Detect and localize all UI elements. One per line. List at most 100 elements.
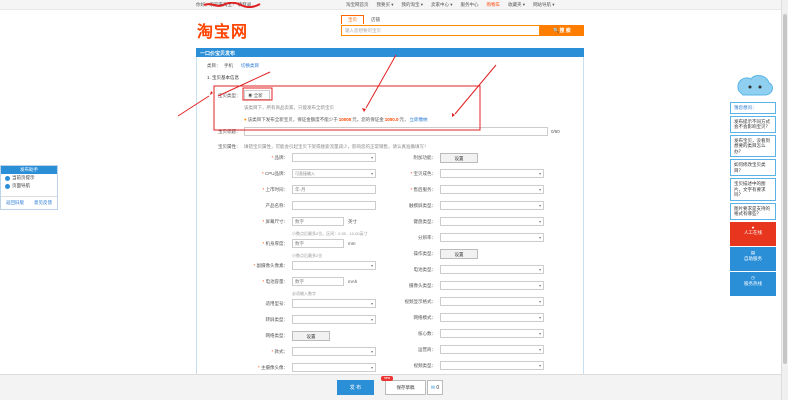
prop-select[interactable] — [292, 299, 376, 308]
prop-unit: mm — [348, 241, 356, 246]
page-scrollbar[interactable] — [781, 0, 788, 400]
prop-settings-button[interactable]: 设置 — [440, 249, 478, 259]
prop-label: 适用型号： — [265, 301, 289, 306]
item-type-radio[interactable]: ◉ 全新 — [244, 90, 270, 100]
radio-icon: ◉ — [248, 93, 253, 98]
prop-label: 产品名称： — [265, 203, 289, 208]
title-input[interactable] — [244, 127, 548, 136]
nav-site-map[interactable]: 网站导航 ▾ — [533, 2, 555, 8]
required-mark: * — [262, 219, 266, 224]
prop-select[interactable] — [440, 329, 544, 338]
prop-unit: mAh — [348, 279, 358, 284]
search-button[interactable]: 🔍搜 索 — [540, 25, 584, 36]
scrollbar-thumb[interactable] — [783, 14, 787, 364]
prop-input[interactable]: 数字 — [292, 277, 344, 286]
prop-label: 网络类型： — [265, 333, 289, 338]
prop-select[interactable] — [292, 261, 376, 270]
prop-settings-button[interactable]: 设置 — [440, 153, 478, 163]
top-nav-links: 淘宝网首页 我要买 ▾ 我的淘宝 ▾ 卖家中心 ▾ 服务中心 购物车 收藏夹 ▾… — [346, 2, 555, 8]
faq-item[interactable]: 图片要求是支持的格式有哪些？ — [730, 202, 776, 220]
prop-label: * 品牌： — [271, 155, 288, 160]
redaction-scribble — [203, 2, 261, 8]
prop-select[interactable] — [440, 297, 544, 306]
search-tabs: 宝贝 店铺 — [341, 15, 387, 24]
search-tab-shop[interactable]: 店铺 — [364, 15, 387, 24]
category-label: 类目： — [207, 63, 221, 68]
prop-label: 视频显示格式： — [404, 299, 437, 304]
save-draft-button[interactable]: 保存草稿 — [385, 380, 426, 395]
required-mark: * — [271, 349, 275, 354]
prop-select[interactable] — [292, 153, 376, 162]
required-mark: * — [410, 187, 414, 192]
prop-select[interactable] — [440, 281, 544, 290]
nav-home[interactable]: 淘宝网首页 — [346, 2, 369, 8]
feedback-link[interactable]: 意见反馈 — [34, 200, 52, 206]
required-mark: * — [262, 187, 266, 192]
nav-seller-center[interactable]: 卖家中心 ▾ — [431, 2, 453, 8]
nav-icon — [5, 183, 10, 189]
prop-select[interactable] — [440, 233, 544, 242]
prop-select[interactable] — [440, 345, 544, 354]
prop-label: 核心数： — [418, 331, 436, 336]
faq-item[interactable]: 如何修改宝贝类目？ — [730, 159, 776, 176]
prop-input[interactable]: 年-月 — [292, 185, 376, 194]
page-title: 一口价宝贝发布 — [196, 48, 584, 57]
change-category-link[interactable]: 切换类目 — [241, 63, 259, 69]
pay-deposit-link[interactable]: 立即缴纳 — [410, 117, 428, 123]
draft-box-button[interactable]: ✉ 0 — [427, 380, 443, 395]
prop-label: 键盘类型： — [413, 219, 437, 224]
taobao-logo[interactable]: 淘宝网 — [197, 18, 248, 42]
helper-item-tips[interactable]: 当前页提示 — [1, 174, 57, 182]
prop-label: * 主摄像头像： — [257, 365, 288, 370]
self-service-button[interactable]: ▤ 自助服务 — [730, 246, 776, 271]
online-agent-button[interactable]: ● 人工在线 — [730, 221, 776, 246]
required-mark: * — [253, 263, 257, 268]
prop-input[interactable]: 数字 — [292, 239, 344, 248]
prop-label: 电池类型： — [413, 267, 437, 272]
prop-hint: 小数点后最多2位 — [292, 253, 323, 258]
nav-buy[interactable]: 我要买 ▾ — [377, 2, 394, 8]
prop-select[interactable] — [440, 217, 544, 226]
prop-label: 分辨率： — [418, 235, 436, 240]
prop-label: * 副摄像头像素： — [253, 263, 288, 268]
prop-label: 视频类型： — [413, 363, 437, 368]
prop-select[interactable] — [440, 265, 544, 274]
prop-select[interactable] — [292, 363, 376, 372]
prop-select[interactable] — [440, 169, 544, 178]
nav-service[interactable]: 服务中心 — [461, 2, 479, 8]
search-input[interactable]: 输入您想要的宝贝 — [341, 25, 540, 36]
prop-input[interactable] — [292, 201, 376, 210]
publish-helper-panel: 发布助手 当前页提示 页面导航 返回旧版 意见反馈 — [0, 165, 58, 210]
prop-label: 触摸屏类型： — [409, 203, 436, 208]
prop-hint: 必须输入数字 — [292, 291, 316, 296]
prop-input[interactable]: 数字 — [292, 217, 344, 226]
nav-my-taobao[interactable]: 我的淘宝 ▾ — [402, 2, 424, 8]
new-badge: new — [381, 376, 393, 381]
prop-label: 附加功能： — [413, 155, 437, 160]
faq-item[interactable]: 发布提示不同方式会不会影响宝贝？ — [730, 115, 776, 133]
nav-cart[interactable]: 购物车 — [487, 2, 501, 8]
item-type-label: 宝贝类型： — [218, 93, 241, 98]
faq-item[interactable]: 宝贝描述中的图片，文字有要求吗？ — [730, 178, 776, 201]
faq-item[interactable]: 发布宝贝，没看到想要的类目怎么办？ — [730, 134, 776, 157]
prop-select[interactable] — [440, 361, 544, 370]
mail-icon: ✉ — [430, 385, 436, 391]
prop-select[interactable] — [292, 315, 376, 324]
prop-label: * 售后服务： — [410, 187, 436, 192]
item-type-note: 该类目下，所有商品卖家，只能发布全新宝贝 — [244, 105, 334, 110]
prop-select[interactable]: 可直接输入 — [292, 169, 376, 178]
publish-button[interactable]: 发 布 — [337, 380, 374, 395]
hotline-button[interactable]: ◷ 服务热线 — [730, 271, 776, 296]
search-tab-item[interactable]: 宝贝 — [341, 15, 364, 24]
prop-select[interactable] — [440, 201, 544, 210]
prop-label: 摄像头类型： — [409, 283, 436, 288]
prop-settings-button[interactable]: 设置 — [292, 331, 330, 341]
prop-select[interactable] — [292, 347, 376, 356]
return-old-version-link[interactable]: 返回旧版 — [6, 200, 24, 206]
helper-item-nav[interactable]: 页面导航 — [1, 182, 57, 190]
nav-favorites[interactable]: 收藏夹 ▾ — [508, 2, 525, 8]
prop-select[interactable] — [440, 313, 544, 322]
required-mark: * — [257, 365, 261, 370]
prop-select[interactable] — [440, 185, 544, 194]
mascot-icon — [737, 75, 773, 96]
